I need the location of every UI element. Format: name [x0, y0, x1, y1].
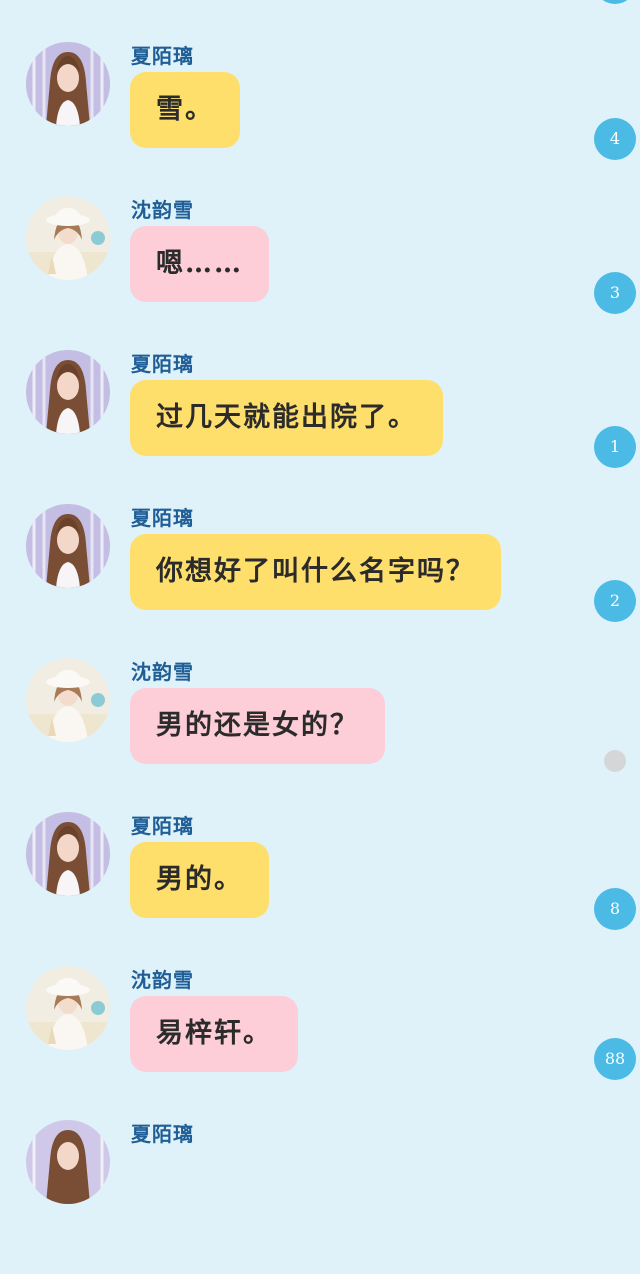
message-row: 夏陌璃 过几天就能出院了。 1	[0, 350, 640, 504]
message-bubble[interactable]: 你想好了叫什么名字吗？	[130, 534, 501, 610]
count-badge[interactable]: 88	[594, 1038, 636, 1080]
girl-long-hair-avatar[interactable]	[26, 812, 110, 896]
sender-name: 沈韵雪	[131, 198, 194, 222]
message-bubble[interactable]: 男的。	[130, 842, 269, 918]
message-row: 沈韵雪 易梓轩。 88	[0, 966, 640, 1120]
sender-name: 夏陌璃	[131, 814, 194, 838]
message-bubble[interactable]: 男的还是女的？	[130, 688, 385, 764]
count-badge[interactable]: 1	[594, 426, 636, 468]
sender-name: 夏陌璃	[131, 506, 194, 530]
sender-name: 沈韵雪	[131, 968, 194, 992]
chat-thread: 夏陌璃 雪。 4 沈韵雪 嗯…… 3 夏陌璃 过几天就能出院了。 1 夏陌璃 你…	[0, 0, 640, 1204]
count-badge[interactable]	[594, 0, 636, 4]
girl-long-hair-avatar[interactable]	[26, 350, 110, 434]
message-bubble[interactable]: 雪。	[130, 72, 240, 148]
count-badge[interactable]: 4	[594, 118, 636, 160]
girl-white-hat-avatar[interactable]	[26, 658, 110, 742]
message-bubble[interactable]: 过几天就能出院了。	[130, 380, 443, 456]
message-row: 夏陌璃 男的。 8	[0, 812, 640, 966]
girl-white-hat-avatar[interactable]	[26, 966, 110, 1050]
count-badge[interactable]	[604, 750, 626, 772]
sender-name: 沈韵雪	[131, 660, 194, 684]
count-badge[interactable]: 8	[594, 888, 636, 930]
message-bubble[interactable]: 嗯……	[130, 226, 269, 302]
message-row: 夏陌璃 雪。 4	[0, 42, 640, 196]
girl-long-hair-avatar[interactable]	[26, 504, 110, 588]
message-row: 夏陌璃	[0, 1120, 640, 1274]
count-badge[interactable]: 3	[594, 272, 636, 314]
sender-name: 夏陌璃	[131, 44, 194, 68]
count-badge[interactable]: 2	[594, 580, 636, 622]
message-row: 夏陌璃 你想好了叫什么名字吗？ 2	[0, 504, 640, 658]
girl-long-hair-avatar[interactable]	[26, 1120, 110, 1204]
message-bubble[interactable]: 易梓轩。	[130, 996, 298, 1072]
message-row: 沈韵雪 嗯…… 3	[0, 196, 640, 350]
girl-long-hair-avatar[interactable]	[26, 42, 110, 126]
girl-white-hat-avatar[interactable]	[26, 196, 110, 280]
sender-name: 夏陌璃	[131, 352, 194, 376]
sender-name: 夏陌璃	[131, 1122, 194, 1146]
message-row: 沈韵雪 男的还是女的？	[0, 658, 640, 812]
